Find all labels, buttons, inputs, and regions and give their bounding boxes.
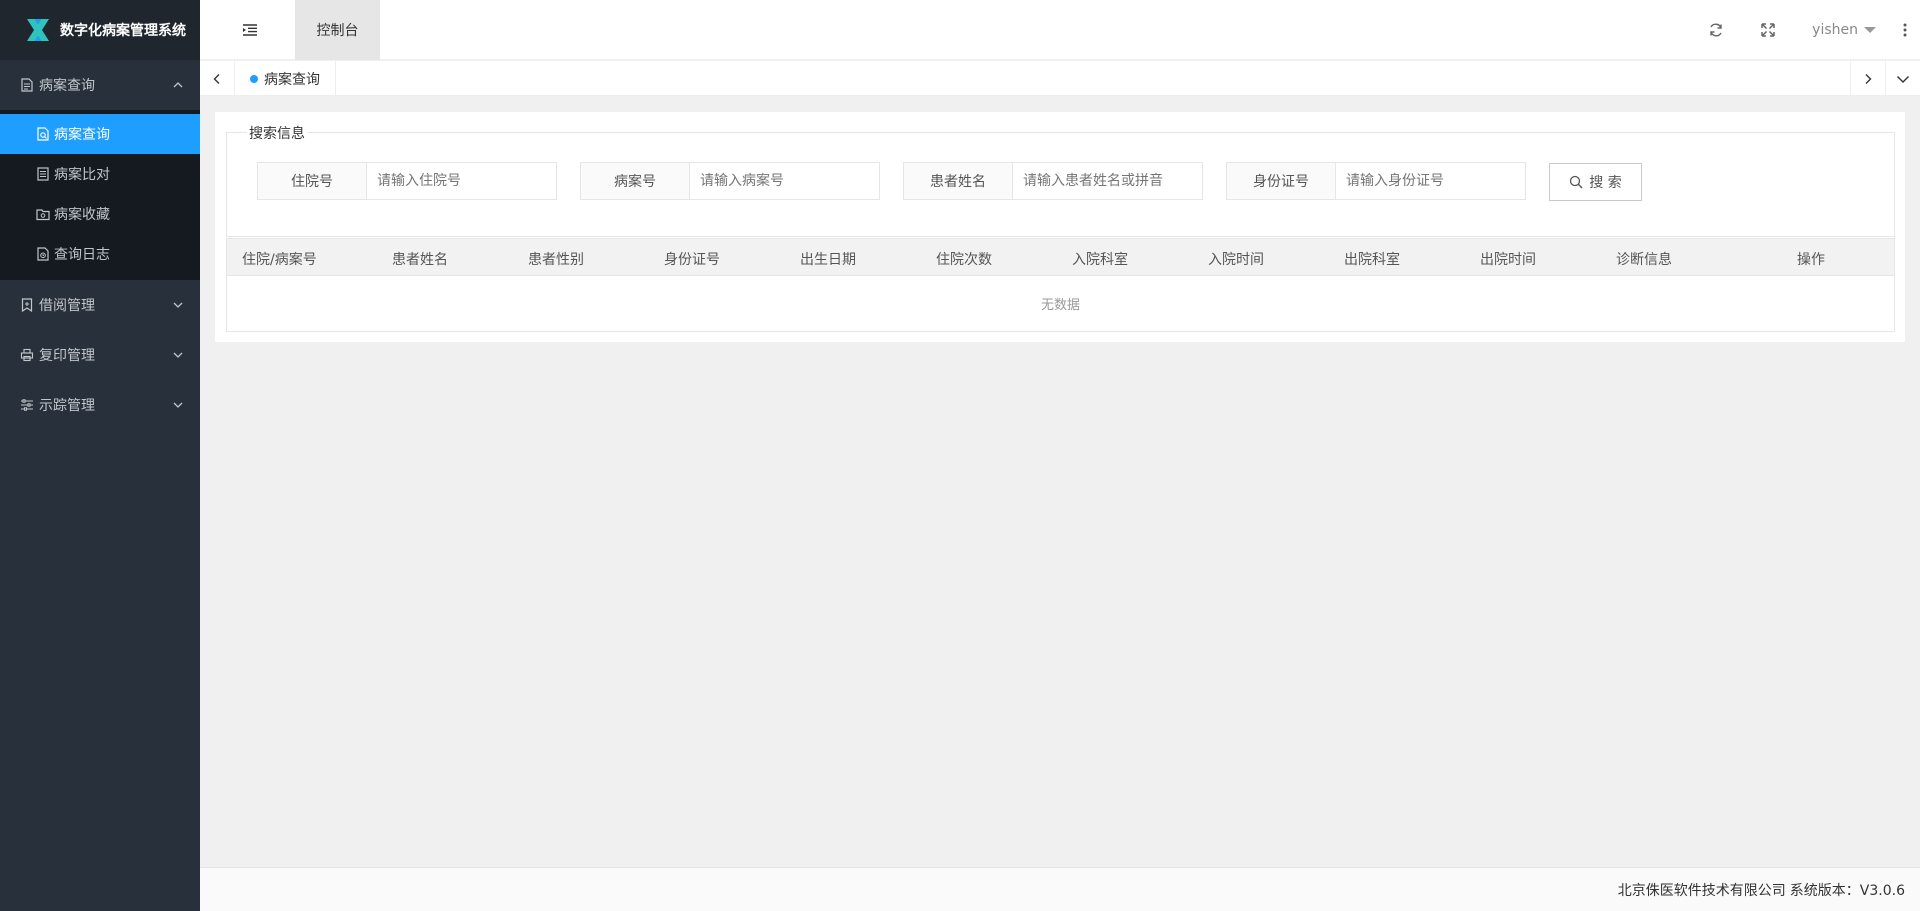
menu-collapse-icon[interactable] xyxy=(242,22,258,38)
search-fieldset: 搜索信息 住院号 病案号 患者姓名 身份证号 xyxy=(226,123,1895,237)
column-header: 出生日期 xyxy=(800,252,856,268)
menu-head-label: 借阅管理 xyxy=(39,298,95,314)
fullscreen-icon[interactable] xyxy=(1742,0,1794,60)
file-search-icon xyxy=(36,127,50,141)
column-header: 住院/病案号 xyxy=(242,252,317,268)
field-label: 患者姓名 xyxy=(903,162,1013,200)
search-button-label: 搜 索 xyxy=(1589,175,1622,191)
sidebar-item-label: 病案收藏 xyxy=(54,207,110,223)
chevron-right-icon[interactable] xyxy=(1850,61,1885,96)
column-header: 出院科室 xyxy=(1344,252,1400,268)
results-table: 住院/病案号 患者姓名 患者性别 身份证号 出生日期 住院次数 入院科室 入院时… xyxy=(226,238,1895,332)
sidebar-item-label: 病案比对 xyxy=(54,167,110,183)
caret-down-icon xyxy=(1864,27,1876,33)
tab-label: 病案查询 xyxy=(264,71,320,88)
sidebar-item-label: 查询日志 xyxy=(54,247,110,263)
column-header: 身份证号 xyxy=(664,252,720,268)
file-compare-icon xyxy=(36,167,50,181)
menu-head-copy[interactable]: 复印管理 xyxy=(0,330,200,380)
column-header: 住院次数 xyxy=(936,252,992,268)
menu-head-label: 示踪管理 xyxy=(39,398,95,414)
footer-company: 北京侏医软件技术有限公司 xyxy=(1617,882,1786,899)
empty-state: 无数据 xyxy=(1040,298,1080,313)
search-icon xyxy=(1569,175,1583,189)
column-header: 患者性别 xyxy=(528,252,584,268)
sidebar-item-query-log[interactable]: 查询日志 xyxy=(0,234,200,274)
chevron-down-icon xyxy=(172,349,184,361)
user-menu[interactable]: yishen xyxy=(1794,22,1890,38)
chevron-down-icon xyxy=(172,299,184,311)
chevron-up-icon xyxy=(172,79,184,91)
sidebar-item-record-compare[interactable]: 病案比对 xyxy=(0,154,200,194)
search-legend: 搜索信息 xyxy=(247,123,307,143)
field-label: 住院号 xyxy=(257,162,367,200)
tab-record-query[interactable]: 病案查询 xyxy=(235,61,336,96)
menu-head-record-query[interactable]: 病案查询 xyxy=(0,60,200,110)
search-button[interactable]: 搜 索 xyxy=(1549,163,1642,201)
logo-icon xyxy=(24,16,52,44)
menu-head-label: 病案查询 xyxy=(39,78,95,94)
file-log-icon xyxy=(36,247,50,261)
active-dot-icon xyxy=(250,74,258,83)
app-logo[interactable]: 数字化病案管理系统 xyxy=(0,0,200,60)
sidebar: 数字化病案管理系统 病案查询 病案查询 病案比对 病案收藏 查询日志 借阅管理 … xyxy=(0,0,200,911)
field-id-card: 身份证号 xyxy=(1226,162,1526,200)
bookmark-icon xyxy=(20,298,34,312)
refresh-icon[interactable] xyxy=(1690,0,1742,60)
username: yishen xyxy=(1812,22,1858,38)
field-record-no: 病案号 xyxy=(580,162,880,200)
chevron-left-icon[interactable] xyxy=(200,61,235,96)
id-card-input[interactable] xyxy=(1336,162,1526,200)
column-header: 患者姓名 xyxy=(392,252,448,268)
header-right: yishen xyxy=(1690,0,1920,60)
footer-version: 系统版本：V3.0.6 xyxy=(1789,882,1905,899)
record-no-input[interactable] xyxy=(690,162,880,200)
column-header: 入院科室 xyxy=(1072,252,1128,268)
more-vertical-icon[interactable] xyxy=(1890,0,1920,60)
sidebar-item-record-query[interactable]: 病案查询 xyxy=(0,114,200,154)
menu-head-label: 复印管理 xyxy=(39,348,95,364)
printer-icon xyxy=(20,348,34,362)
tab-console[interactable]: 控制台 xyxy=(295,0,380,60)
footer: 北京侏医软件技术有限公司 系统版本：V3.0.6 xyxy=(200,867,1920,911)
field-label: 病案号 xyxy=(580,162,690,200)
sliders-icon xyxy=(20,398,34,412)
file-doc-icon xyxy=(20,78,34,92)
admission-no-input[interactable] xyxy=(367,162,557,200)
field-label: 身份证号 xyxy=(1226,162,1336,200)
chevron-down-icon xyxy=(172,399,184,411)
menu-group-record-query: 病案查询 病案查询 病案比对 病案收藏 查询日志 xyxy=(0,60,200,280)
column-header: 出院时间 xyxy=(1480,252,1536,268)
submenu-record-query: 病案查询 病案比对 病案收藏 查询日志 xyxy=(0,110,200,280)
column-header: 操作 xyxy=(1797,252,1825,268)
sidebar-item-record-favorites[interactable]: 病案收藏 xyxy=(0,194,200,234)
top-header: 控制台 yishen xyxy=(200,0,1920,60)
table-header: 住院/病案号 患者姓名 患者性别 身份证号 出生日期 住院次数 入院科室 入院时… xyxy=(227,239,1894,276)
field-patient-name: 患者姓名 xyxy=(903,162,1203,200)
menu-head-tracking[interactable]: 示踪管理 xyxy=(0,380,200,430)
chevron-down-icon[interactable] xyxy=(1885,61,1920,96)
app-title: 数字化病案管理系统 xyxy=(60,23,186,39)
tab-bar: 病案查询 xyxy=(200,61,1920,96)
menu-head-borrow[interactable]: 借阅管理 xyxy=(0,280,200,330)
column-header: 诊断信息 xyxy=(1616,252,1672,268)
sidebar-item-label: 病案查询 xyxy=(54,127,110,143)
main-card: 搜索信息 住院号 病案号 患者姓名 身份证号 住院/病案号 患者姓名 患者性别 … xyxy=(215,112,1905,342)
field-admission-no: 住院号 xyxy=(257,162,557,200)
column-header: 入院时间 xyxy=(1208,252,1264,268)
patient-name-input[interactable] xyxy=(1013,162,1203,200)
folder-star-icon xyxy=(36,207,50,221)
